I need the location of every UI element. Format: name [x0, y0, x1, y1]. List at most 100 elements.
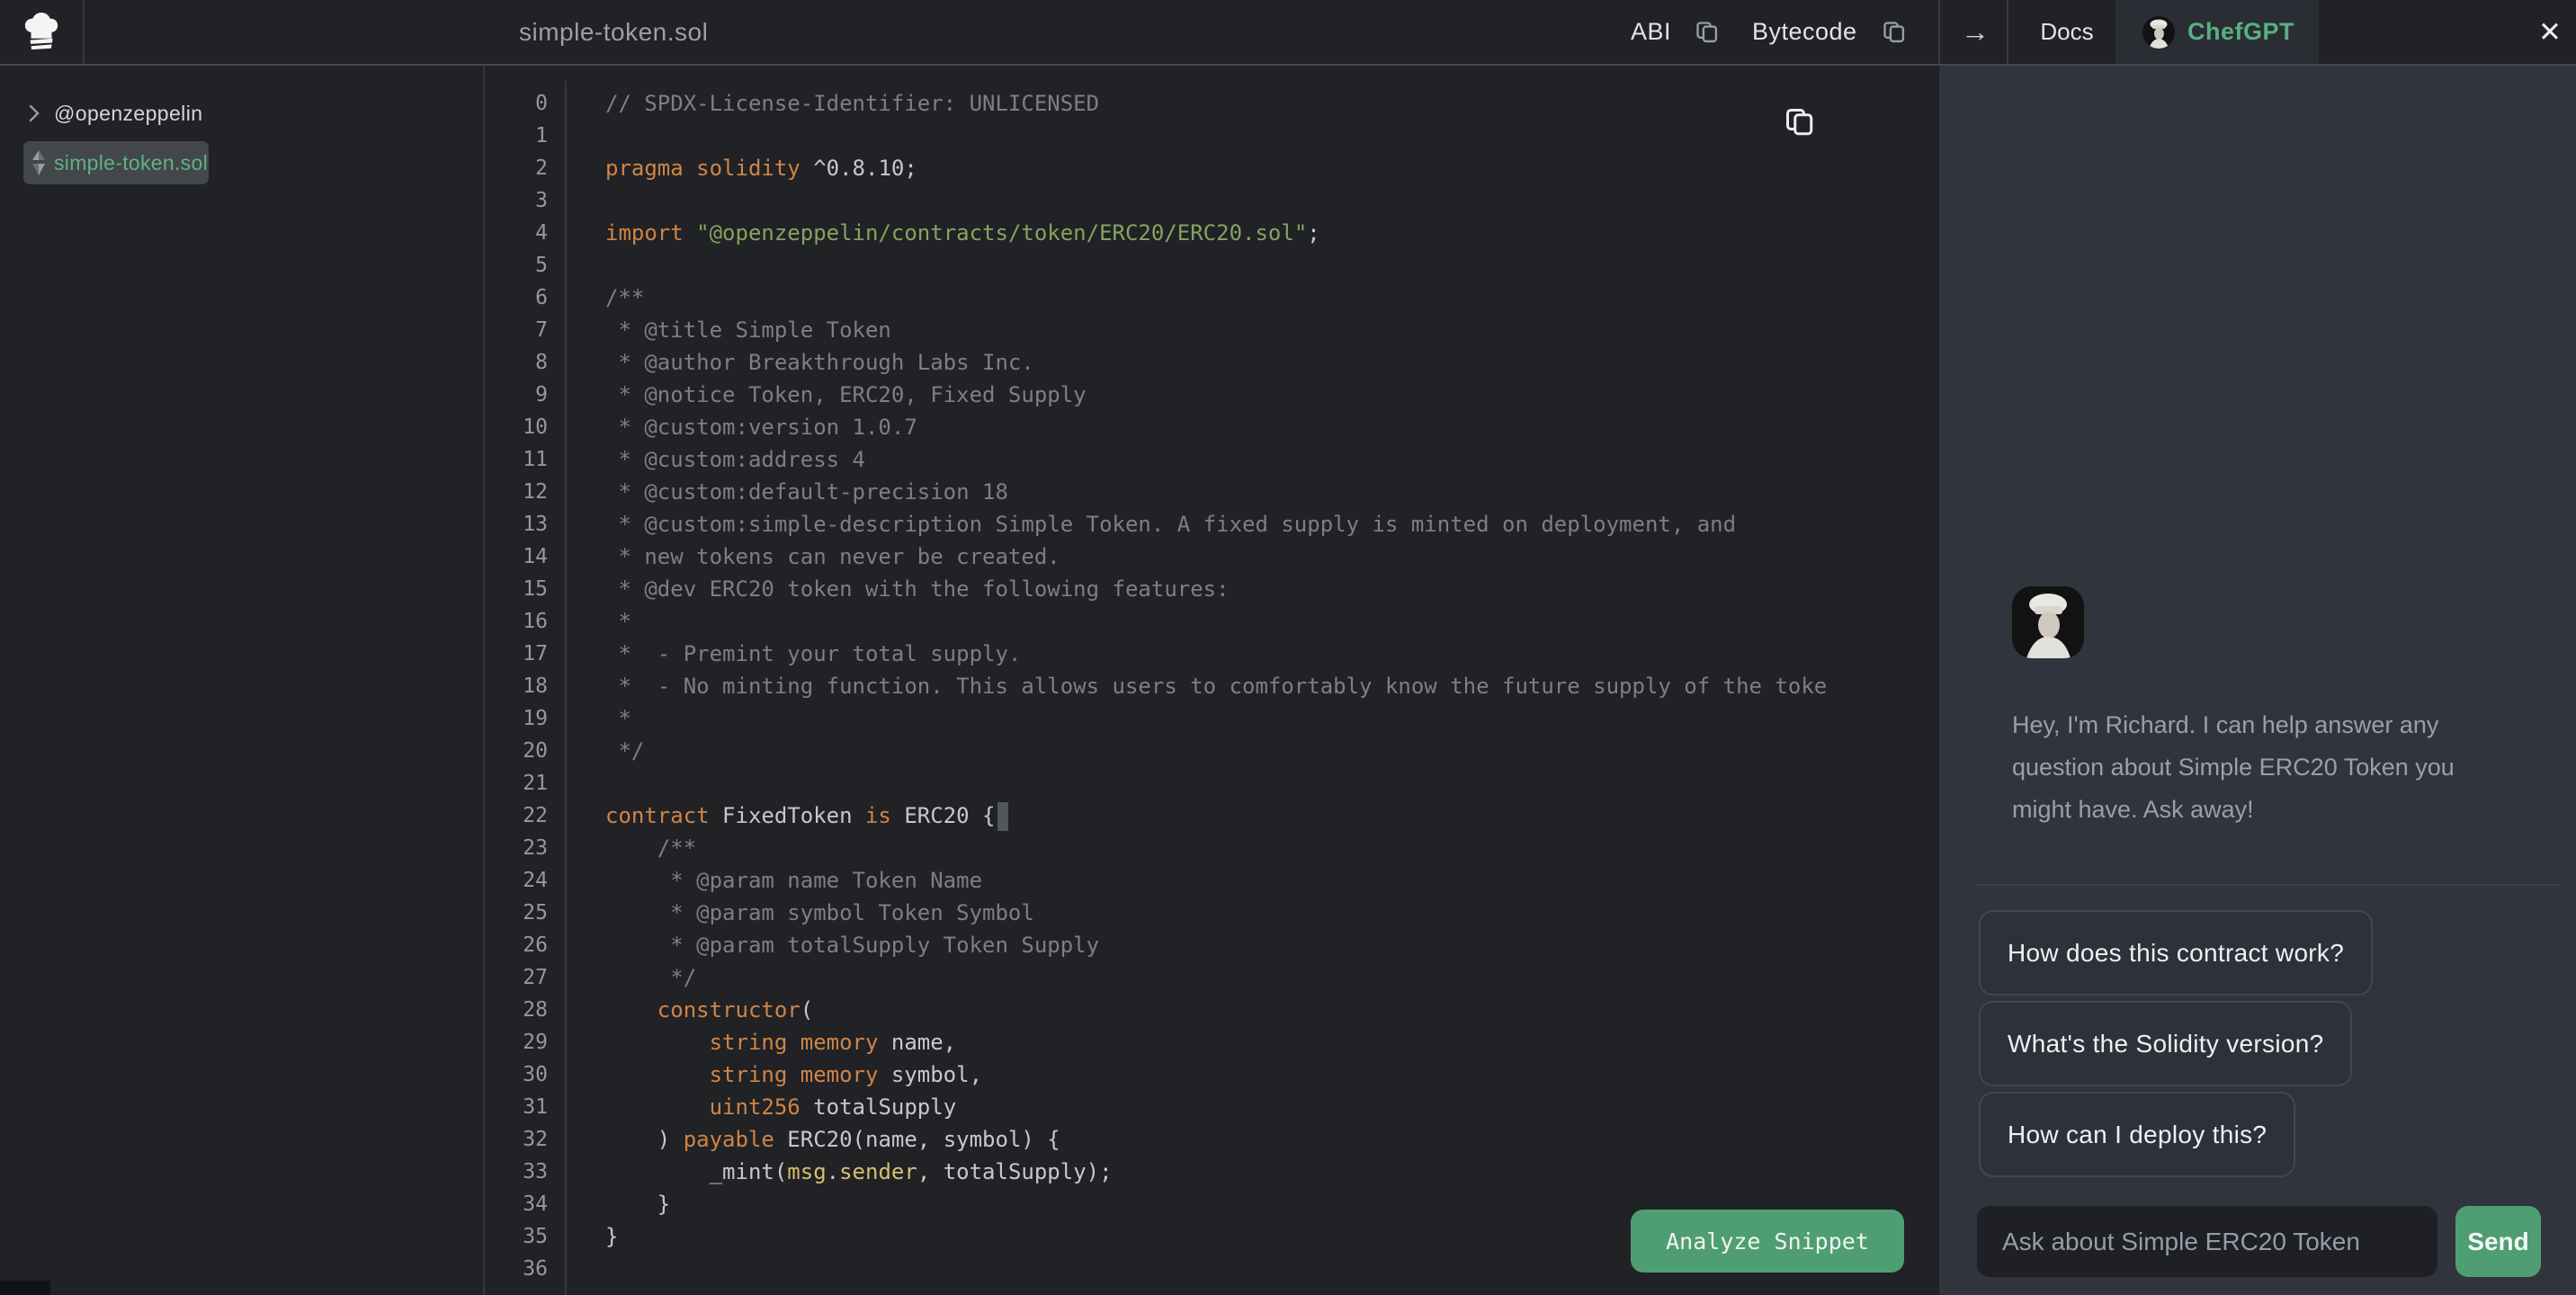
code-line[interactable]: * @author Breakthrough Labs Inc. [605, 346, 1939, 379]
code-line[interactable]: * @custom:address 4 [605, 443, 1939, 476]
code-token: ERC20 { [891, 803, 996, 828]
code-line[interactable] [605, 120, 1939, 152]
code-token: totalSupply [801, 1094, 956, 1120]
line-number-gutter: 0123456789101112131415161718192021222324… [485, 87, 548, 1285]
code-line[interactable]: pragma solidity ^0.8.10; [605, 152, 1939, 184]
code-line[interactable]: // SPDX-License-Identifier: UNLICENSED [605, 87, 1939, 120]
solidity-file-icon [29, 149, 49, 176]
code-token: name, [878, 1030, 956, 1055]
send-button[interactable]: Send [2455, 1206, 2541, 1277]
code-token [605, 1062, 710, 1087]
code-token: is [865, 803, 891, 828]
line-number: 28 [485, 994, 548, 1026]
window-title: simple-token.sol [519, 0, 708, 64]
code-token: */ [605, 738, 644, 764]
code-line[interactable]: * @param name Token Name [605, 864, 1939, 897]
line-number: 11 [485, 443, 548, 476]
code-token: ; [1307, 220, 1319, 246]
code-line[interactable]: string memory name, [605, 1026, 1939, 1058]
chevron-right-icon [27, 103, 41, 124]
code-line[interactable]: * - No minting function. This allows use… [605, 670, 1939, 702]
code-line[interactable]: * @notice Token, ERC20, Fixed Supply [605, 379, 1939, 411]
code-line[interactable]: * @custom:version 1.0.7 [605, 411, 1939, 443]
suggestion-chip[interactable]: How does this contract work? [1979, 910, 2373, 996]
line-number: 0 [485, 87, 548, 120]
bytecode-label: Bytecode [1752, 0, 1857, 64]
code-line[interactable]: uint256 totalSupply [605, 1091, 1939, 1123]
docs-label: Docs [2040, 18, 2093, 46]
code-line[interactable]: constructor( [605, 994, 1939, 1026]
code-line[interactable]: * - Premint your total supply. [605, 638, 1939, 670]
code-token: * - Premint your total supply. [605, 641, 1021, 666]
gutter-divider [565, 81, 567, 1295]
folder-label: @openzeppelin [54, 102, 202, 126]
tab-chefgpt[interactable]: ChefGPT [2115, 0, 2319, 64]
sidebar-item-simple-token[interactable]: simple-token.sol [23, 141, 209, 184]
close-button[interactable]: ✕ [2524, 0, 2576, 64]
copy-bytecode-icon[interactable] [1882, 20, 1907, 45]
code-line[interactable]: * @dev ERC20 token with the following fe… [605, 573, 1939, 605]
code-token: pragma solidity [605, 156, 801, 181]
line-number: 36 [485, 1253, 548, 1285]
line-number: 18 [485, 670, 548, 702]
code-line[interactable]: ) payable ERC20(name, symbol) { [605, 1123, 1939, 1156]
code-line[interactable] [605, 249, 1939, 281]
line-number: 7 [485, 314, 548, 346]
analyze-snippet-button[interactable]: Analyze Snippet [1631, 1210, 1904, 1273]
chat-input[interactable] [1977, 1206, 2437, 1277]
code-token: * - No minting function. This allows use… [605, 674, 1827, 699]
tab-docs[interactable]: Docs [2026, 0, 2108, 64]
code-line[interactable]: /** [605, 832, 1939, 864]
code-token: sender [839, 1159, 917, 1184]
code-line[interactable]: /** [605, 281, 1939, 314]
code-token [605, 997, 657, 1023]
code-line[interactable]: */ [605, 735, 1939, 767]
line-number: 30 [485, 1058, 548, 1091]
code-token [605, 1094, 710, 1120]
code-line[interactable]: * @custom:default-precision 18 [605, 476, 1939, 508]
code-line[interactable]: _mint(msg.sender, totalSupply); [605, 1156, 1939, 1188]
abi-label: ABI [1631, 0, 1671, 64]
suggestion-chips: How does this contract work?What's the S… [1979, 910, 2373, 1183]
code-line[interactable]: */ [605, 961, 1939, 994]
code-line[interactable]: * [605, 702, 1939, 735]
line-number: 20 [485, 735, 548, 767]
code-token: string memory [710, 1062, 879, 1087]
collapse-panel-button[interactable]: → [1950, 0, 2000, 64]
code-token: . [827, 1159, 839, 1184]
code-token: * @custom:version 1.0.7 [605, 415, 917, 440]
code-line[interactable]: * @custom:simple-description Simple Toke… [605, 508, 1939, 540]
code-token: * @author Breakthrough Labs Inc. [605, 350, 1034, 375]
suggestion-chip[interactable]: How can I deploy this? [1979, 1092, 2295, 1177]
assistant-avatar [2012, 586, 2084, 658]
code-line[interactable]: contract FixedToken is ERC20 { [605, 799, 1939, 832]
suggestion-chip[interactable]: What's the Solidity version? [1979, 1001, 2352, 1086]
sidebar-item-openzeppelin[interactable]: @openzeppelin [0, 93, 483, 134]
code-line[interactable]: import "@openzeppelin/contracts/token/ER… [605, 217, 1939, 249]
code-editor[interactable]: 0123456789101112131415161718192021222324… [485, 66, 1939, 1295]
line-number: 1 [485, 120, 548, 152]
line-number: 12 [485, 476, 548, 508]
line-number: 23 [485, 832, 548, 864]
code-line[interactable]: * @title Simple Token [605, 314, 1939, 346]
code-line[interactable] [605, 184, 1939, 217]
code-line[interactable]: * @param symbol Token Symbol [605, 897, 1939, 929]
code-line[interactable]: * @param totalSupply Token Supply [605, 929, 1939, 961]
chefgpt-logo-button[interactable] [0, 0, 85, 64]
code-line[interactable] [605, 767, 1939, 799]
close-icon: ✕ [2538, 16, 2562, 49]
line-number: 26 [485, 929, 548, 961]
code-line[interactable]: * new tokens can never be created. [605, 540, 1939, 573]
code-token: import [605, 220, 696, 246]
arrow-right-icon: → [1961, 15, 1990, 49]
code-line[interactable]: string memory symbol, [605, 1058, 1939, 1091]
copy-abi-icon[interactable] [1695, 20, 1720, 45]
topbar-divider [2007, 0, 2008, 64]
code-line[interactable]: * [605, 605, 1939, 638]
copy-code-icon[interactable] [1784, 106, 1816, 138]
line-number: 15 [485, 573, 548, 605]
code-token: payable [684, 1127, 774, 1152]
code-token: ^0.8.10; [801, 156, 917, 181]
code-token: "@openzeppelin/contracts/token/ERC20/ERC… [696, 220, 1307, 246]
code-token: } [605, 1224, 618, 1249]
